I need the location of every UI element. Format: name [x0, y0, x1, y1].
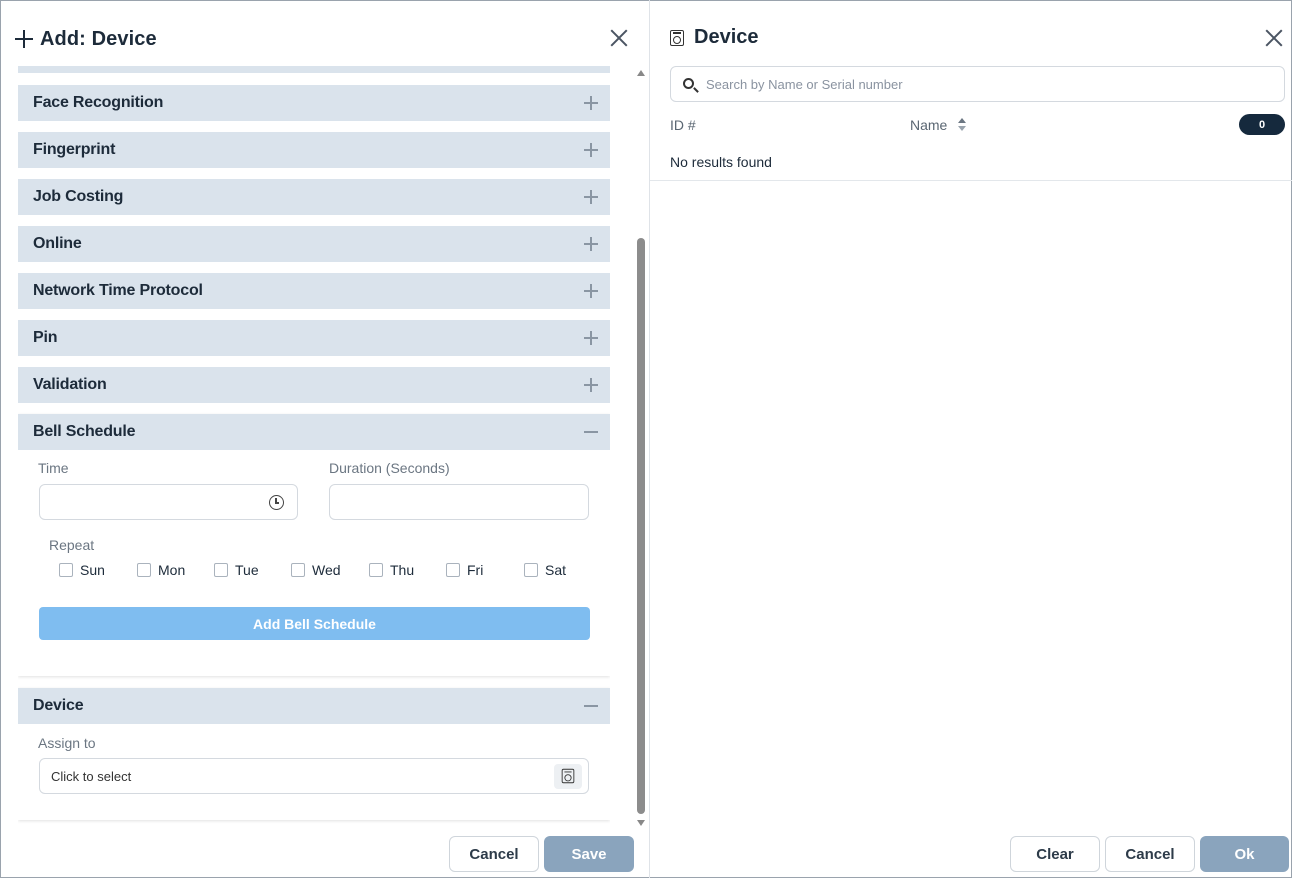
- section-device[interactable]: Device: [18, 688, 610, 724]
- repeat-label: Repeat: [49, 537, 95, 553]
- device-search[interactable]: [670, 66, 1285, 102]
- cancel-button[interactable]: Cancel: [449, 836, 539, 872]
- day-label: Sun: [80, 562, 105, 578]
- section-job-costing[interactable]: Job Costing: [18, 179, 610, 215]
- section-label: Validation: [33, 376, 107, 393]
- scroll-down-arrow-icon[interactable]: [637, 820, 645, 826]
- checkbox[interactable]: [137, 563, 151, 577]
- device-picker-dialog: Device ID # Name 0 No results found Clea…: [650, 0, 1292, 878]
- scroll-thumb[interactable]: [637, 238, 645, 814]
- section-label: Job Costing: [33, 188, 124, 205]
- search-input[interactable]: [706, 76, 1266, 92]
- checkbox[interactable]: [446, 563, 460, 577]
- assign-to-label: Assign to: [38, 735, 96, 751]
- day-checkbox-mon[interactable]: Mon: [137, 562, 185, 578]
- bell-schedule-panel: Time Duration (Seconds) Repeat Sun Mon T…: [18, 414, 610, 676]
- ok-button[interactable]: Ok: [1200, 836, 1289, 872]
- checkbox[interactable]: [369, 563, 383, 577]
- assign-to-placeholder: Click to select: [51, 768, 132, 784]
- picker-title: Device: [694, 26, 759, 48]
- section-label: Pin: [33, 329, 58, 346]
- section-label: Device: [33, 697, 84, 714]
- section-fingerprint[interactable]: Fingerprint: [18, 132, 610, 168]
- scroll-up-arrow-icon[interactable]: [637, 70, 645, 76]
- checkbox[interactable]: [214, 563, 228, 577]
- results-divider: [650, 180, 1292, 181]
- expand-plus-icon: [584, 284, 598, 298]
- select-device-button[interactable]: [554, 764, 582, 789]
- expand-plus-icon: [584, 190, 598, 204]
- section-label: Fingerprint: [33, 141, 116, 158]
- column-header-id[interactable]: ID #: [670, 117, 696, 133]
- section-header-partial: [18, 66, 610, 73]
- collapse-minus-icon: [584, 699, 598, 713]
- dialog-header: Add: Device: [14, 26, 634, 52]
- close-icon[interactable]: [1265, 29, 1283, 47]
- expand-plus-icon: [584, 143, 598, 157]
- section-label: Online: [33, 235, 82, 252]
- section-label: Network Time Protocol: [33, 282, 203, 299]
- section-label: Bell Schedule: [33, 423, 136, 440]
- expand-plus-icon: [584, 331, 598, 345]
- day-checkbox-fri[interactable]: Fri: [446, 562, 483, 578]
- day-label: Mon: [158, 562, 186, 578]
- day-label: Fri: [467, 562, 484, 578]
- clear-button[interactable]: Clear: [1010, 836, 1100, 872]
- time-input[interactable]: [39, 484, 298, 520]
- day-checkbox-thu[interactable]: Thu: [369, 562, 414, 578]
- assign-to-field[interactable]: Click to select: [39, 758, 589, 794]
- day-checkbox-tue[interactable]: Tue: [214, 562, 259, 578]
- expand-plus-icon: [584, 378, 598, 392]
- dialog-title: Add: Device: [40, 27, 157, 50]
- day-checkbox-wed[interactable]: Wed: [291, 562, 341, 578]
- checkbox[interactable]: [291, 563, 305, 577]
- save-button[interactable]: Save: [544, 836, 634, 872]
- column-header-name[interactable]: Name: [910, 117, 947, 133]
- collapse-minus-icon: [584, 425, 598, 439]
- day-checkbox-sun[interactable]: Sun: [59, 562, 105, 578]
- duration-input[interactable]: [329, 484, 589, 520]
- vertical-scrollbar[interactable]: [635, 66, 647, 832]
- day-checkbox-sat[interactable]: Sat: [524, 562, 566, 578]
- result-count-badge: 0: [1239, 114, 1285, 135]
- day-label: Tue: [235, 562, 259, 578]
- sort-icon[interactable]: [957, 118, 967, 134]
- checkbox[interactable]: [524, 563, 538, 577]
- device-icon: [561, 768, 575, 784]
- section-pin[interactable]: Pin: [18, 320, 610, 356]
- plus-icon: [14, 29, 34, 49]
- empty-state-message: No results found: [670, 154, 772, 170]
- search-icon: [683, 78, 694, 89]
- day-label: Thu: [390, 562, 415, 578]
- section-network-time-protocol[interactable]: Network Time Protocol: [18, 273, 610, 309]
- picker-header: Device: [670, 26, 759, 49]
- duration-label: Duration (Seconds): [329, 460, 450, 476]
- section-label: Face Recognition: [33, 94, 164, 111]
- section-face-recognition[interactable]: Face Recognition: [18, 85, 610, 121]
- cancel-button[interactable]: Cancel: [1105, 836, 1195, 872]
- form-scroll-area: Face Recognition Fingerprint Job Costing…: [18, 66, 610, 826]
- device-icon: [670, 29, 686, 47]
- device-glyph: [670, 29, 684, 46]
- expand-plus-icon: [584, 237, 598, 251]
- add-bell-schedule-button[interactable]: Add Bell Schedule: [39, 607, 590, 640]
- add-device-dialog: Add: Device Face Recognition Fingerprint…: [0, 0, 649, 878]
- time-label: Time: [38, 460, 69, 476]
- clock-icon[interactable]: [269, 495, 284, 510]
- checkbox[interactable]: [59, 563, 73, 577]
- section-validation[interactable]: Validation: [18, 367, 610, 403]
- section-online[interactable]: Online: [18, 226, 610, 262]
- expand-plus-icon: [584, 96, 598, 110]
- section-bell-schedule[interactable]: Bell Schedule: [18, 414, 610, 450]
- day-label: Sat: [545, 562, 567, 578]
- close-icon[interactable]: [610, 29, 628, 47]
- day-label: Wed: [312, 562, 341, 578]
